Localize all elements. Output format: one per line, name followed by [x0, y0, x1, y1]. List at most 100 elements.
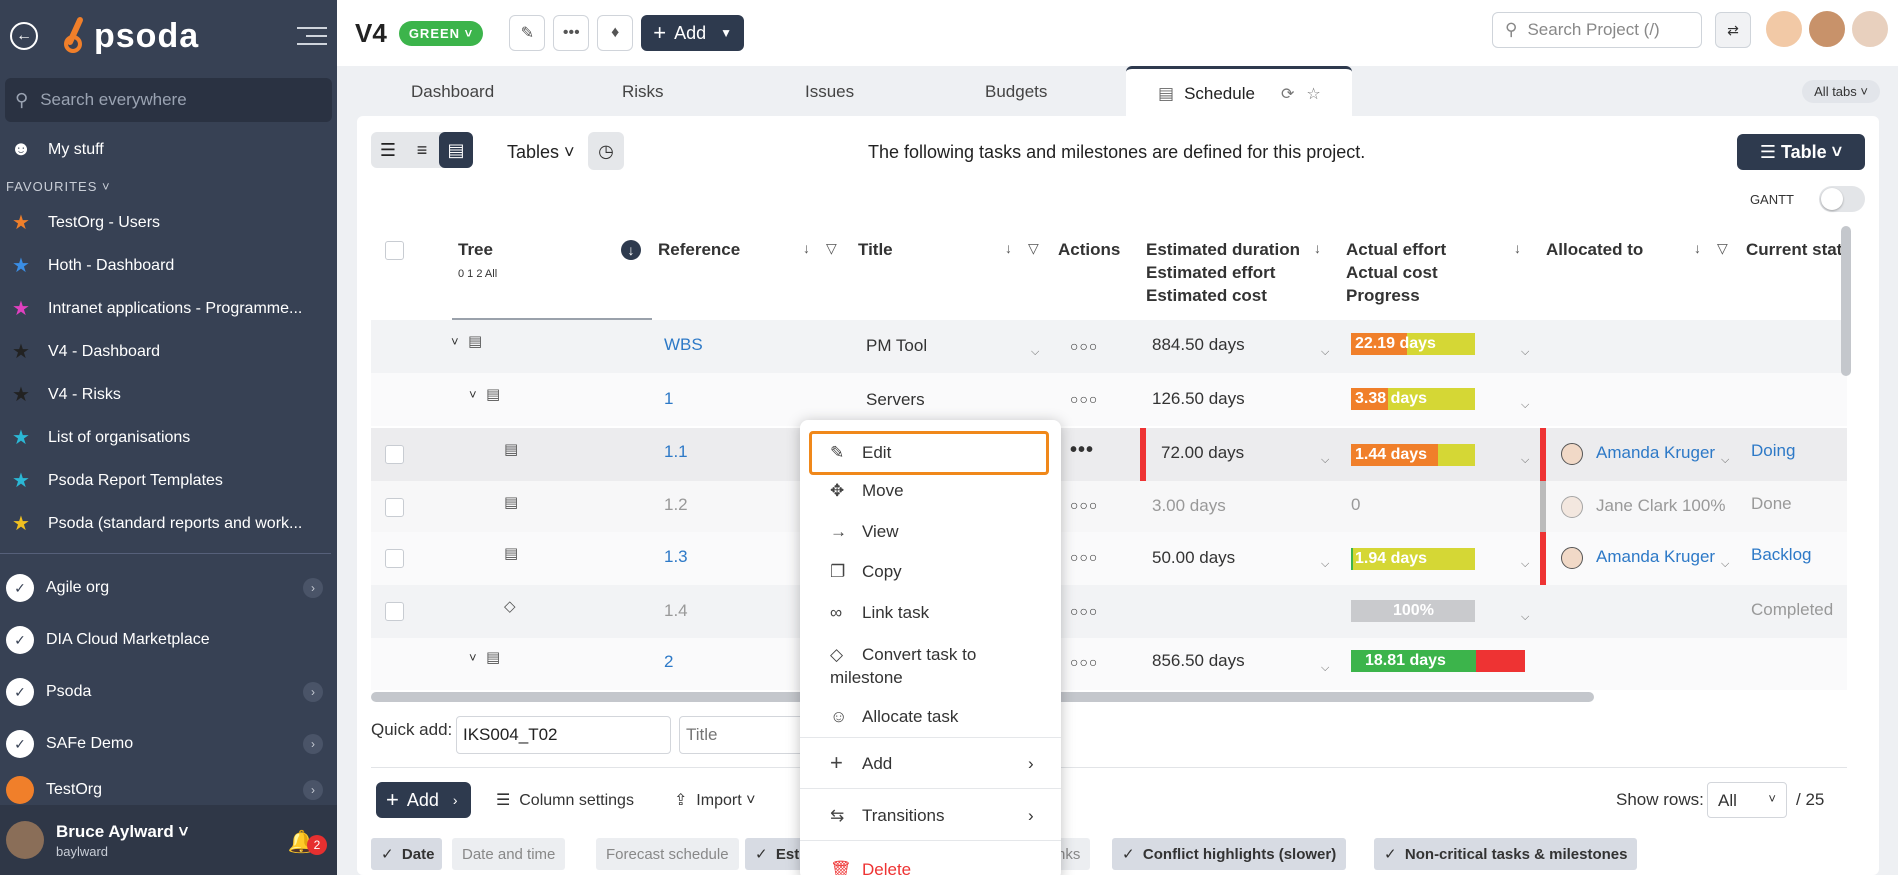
team-avatar[interactable]: [1807, 9, 1847, 49]
chip-conflict[interactable]: ✓ Conflict highlights (slower): [1112, 838, 1347, 870]
favourite-item[interactable]: ★ Intranet applications - Programme...: [0, 287, 337, 330]
menu-delete[interactable]: 🗑 Delete: [830, 860, 911, 875]
refresh-icon[interactable]: ⟳: [1281, 84, 1294, 104]
my-stuff-link[interactable]: ☻ My stuff: [0, 128, 337, 171]
actions-icon[interactable]: ○○○: [1070, 391, 1098, 407]
project-search-input[interactable]: ⚲ Search Project (/): [1492, 12, 1702, 48]
filter-icon[interactable]: ▽: [1028, 240, 1039, 257]
row-checkbox[interactable]: [385, 549, 404, 568]
col-status[interactable]: Current stat: [1746, 238, 1846, 261]
status-link[interactable]: Doing: [1751, 441, 1795, 461]
col-est-cost[interactable]: Estimated cost: [1146, 284, 1267, 307]
more-icon[interactable]: •••: [553, 15, 590, 51]
favourite-item[interactable]: ★ V4 - Risks: [0, 373, 337, 416]
reference-link[interactable]: 1.1: [664, 442, 688, 462]
favourite-item[interactable]: ★ Psoda Report Templates: [0, 459, 337, 502]
col-allocated[interactable]: Allocated to: [1546, 238, 1643, 261]
sort-icon[interactable]: ↓: [803, 240, 810, 256]
chevron-down-icon[interactable]: ⌵: [1521, 611, 1529, 624]
switch-view-icon[interactable]: ⇄: [1715, 12, 1751, 48]
favourite-item[interactable]: ★ TestOrg - Users: [0, 201, 337, 244]
chip-forecast[interactable]: Forecast schedule: [596, 838, 739, 870]
row-checkbox[interactable]: [385, 602, 404, 621]
collapse-icon[interactable]: ˅: [469, 650, 477, 665]
actions-icon[interactable]: •••: [1070, 439, 1094, 462]
filter-icon[interactable]: ▽: [826, 240, 837, 257]
tab-schedule[interactable]: ▤ Schedule ⟳ ☆: [1126, 66, 1352, 118]
menu-add[interactable]: + Add ›: [830, 750, 1034, 776]
import-button[interactable]: ⇪ Import ˅: [674, 790, 755, 810]
header-add-button[interactable]: + Add ▼: [641, 15, 745, 51]
gantt-toggle[interactable]: [1819, 186, 1865, 212]
select-all-checkbox[interactable]: [385, 241, 404, 260]
table-view-button[interactable]: ☰ Table ˅: [1737, 134, 1865, 170]
column-settings-button[interactable]: ☰ Column settings: [496, 790, 634, 810]
psoda-logo[interactable]: psoda: [62, 16, 199, 56]
tab-risks[interactable]: Risks: [622, 82, 664, 102]
row-checkbox[interactable]: [385, 498, 404, 517]
actions-icon[interactable]: ○○○: [1070, 549, 1098, 565]
table-row[interactable]: ˅ ▤ 1 Servers ○○○ 126.50 days 3.38 days …: [371, 373, 1847, 426]
quick-add-reference-input[interactable]: [456, 716, 671, 754]
global-search-input[interactable]: ⚲ Search everywhere: [5, 78, 332, 122]
back-icon[interactable]: ←: [10, 22, 38, 50]
col-actual-cost[interactable]: Actual cost: [1346, 261, 1438, 284]
chevron-down-icon[interactable]: ⌵: [1031, 346, 1039, 359]
chip-date[interactable]: ✓ Date: [371, 838, 443, 870]
tables-dropdown[interactable]: Tables ˅: [507, 142, 575, 163]
menu-allocate[interactable]: ☺ Allocate task: [830, 707, 958, 727]
favourites-header[interactable]: FAVOURITES ˅: [0, 171, 337, 201]
actions-icon[interactable]: ○○○: [1070, 338, 1098, 354]
org-item[interactable]: TestOrg ›: [0, 770, 337, 810]
sort-icon[interactable]: ↓: [1514, 240, 1521, 256]
col-tree[interactable]: Tree: [458, 238, 493, 261]
table-row[interactable]: ▤ 1.2 ○○○ 3.00 days 0 Jane Clark 100% Do…: [371, 481, 1847, 534]
table-row[interactable]: ▤ 1.1 ••• 72.00 days ⌵ 1.44 days ⌵ Amand…: [371, 428, 1847, 481]
allocated-link[interactable]: Jane Clark 100%: [1596, 496, 1725, 516]
chevron-down-icon[interactable]: ⌵: [1321, 346, 1329, 359]
star-outline-icon[interactable]: ☆: [1306, 84, 1320, 104]
reference-link[interactable]: 1.4: [664, 601, 688, 621]
history-icon[interactable]: ◷: [588, 132, 624, 170]
favourite-item[interactable]: ★ Hoth - Dashboard: [0, 244, 337, 287]
menu-edit[interactable]: ✎ Edit: [830, 443, 891, 463]
allocated-link[interactable]: Amanda Kruger: [1596, 443, 1715, 463]
chip-date-time[interactable]: Date and time: [452, 838, 566, 870]
tag-icon[interactable]: ♦: [597, 15, 634, 51]
add-task-button[interactable]: + Add ›: [376, 782, 471, 818]
status-badge[interactable]: GREEN ˅: [398, 20, 484, 46]
all-tabs-button[interactable]: All tabs ˅: [1802, 80, 1880, 103]
org-item[interactable]: ✓ SAFe Demo ›: [0, 718, 337, 770]
sort-icon[interactable]: ↓: [1314, 240, 1321, 256]
density-large-icon[interactable]: ▤: [439, 132, 473, 168]
org-item[interactable]: ✓ Agile org ›: [0, 562, 337, 614]
allocated-link[interactable]: Amanda Kruger: [1596, 547, 1715, 567]
sort-icon[interactable]: ↓: [1694, 240, 1701, 256]
favourite-item[interactable]: ★ List of organisations: [0, 416, 337, 459]
table-row[interactable]: ˅ ▤ WBS PM Tool ⌵ ○○○ 884.50 days ⌵ 22.1…: [371, 320, 1847, 373]
menu-copy[interactable]: ❐ Copy: [830, 562, 902, 582]
user-bar[interactable]: Bruce Aylward ˅ baylward 🔔 2: [0, 805, 337, 875]
edit-pencil-icon[interactable]: ✎: [509, 15, 546, 51]
col-reference[interactable]: Reference: [658, 238, 740, 261]
filter-icon[interactable]: ▽: [1717, 240, 1728, 257]
rows-select[interactable]: All ˅: [1707, 782, 1787, 818]
chevron-down-icon[interactable]: ⌵: [1521, 558, 1529, 571]
status-link[interactable]: Completed: [1751, 600, 1833, 620]
sort-icon[interactable]: ↓: [1005, 240, 1012, 256]
actions-icon[interactable]: ○○○: [1070, 603, 1098, 619]
quick-add-title-input[interactable]: [679, 716, 809, 754]
menu-move[interactable]: ✥ Move: [830, 481, 904, 501]
table-row[interactable]: ◇ 1.4 ○○○ 100% ⌵ Completed: [371, 585, 1847, 638]
menu-convert[interactable]: ◇ Convert task to milestone: [830, 643, 1030, 689]
title-text[interactable]: PM Tool: [866, 336, 927, 356]
reference-link[interactable]: 1: [664, 389, 673, 409]
chevron-down-icon[interactable]: ⌵: [1521, 454, 1529, 467]
team-avatar[interactable]: [1850, 9, 1890, 49]
chevron-right-icon[interactable]: ›: [303, 578, 323, 598]
sort-down-icon[interactable]: ↓: [621, 240, 641, 260]
reference-link[interactable]: 1.2: [664, 495, 688, 515]
org-item[interactable]: ✓ Psoda ›: [0, 666, 337, 718]
reference-link[interactable]: WBS: [664, 335, 703, 355]
favourite-item[interactable]: ★ V4 - Dashboard: [0, 330, 337, 373]
